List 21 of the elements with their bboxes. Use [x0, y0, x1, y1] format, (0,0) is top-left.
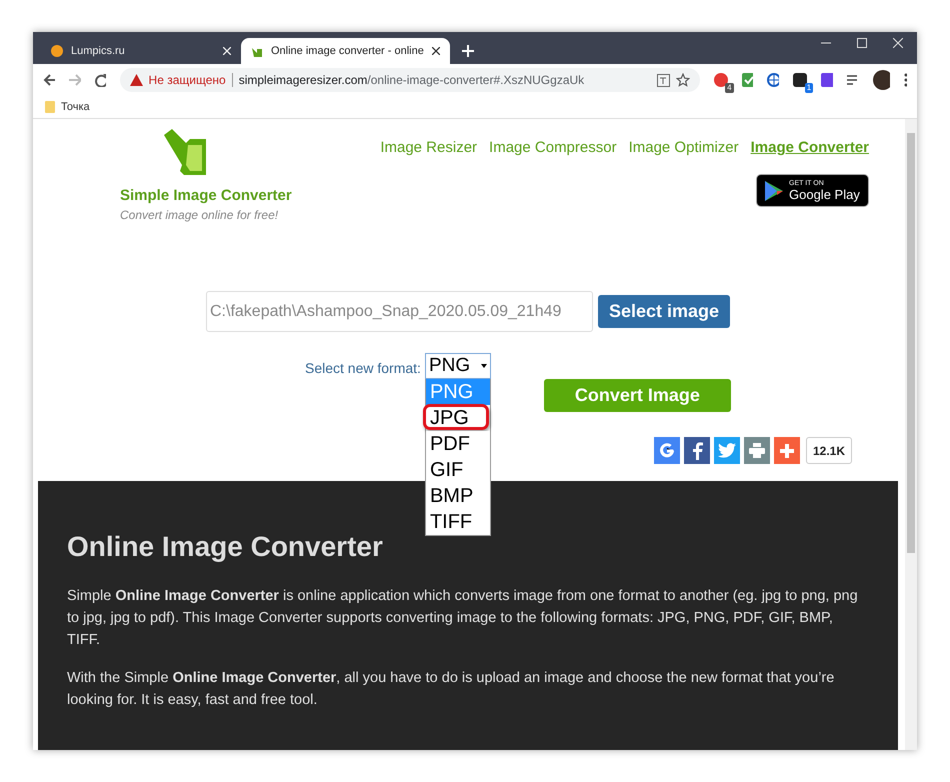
count-badge: 4	[725, 83, 734, 93]
site-tagline: Convert image online for free!	[120, 208, 278, 222]
select-image-button[interactable]: Select image	[598, 295, 730, 328]
bookmark-link[interactable]: Точка	[61, 101, 90, 113]
article-paragraph: Simple Online Image Converter is online application which converts image from one format to another (eg. jpg to png, png to jpg, jpg to pdf). This Image Converter supports converting image to the following formats: JPG, PNG, PDF, GIF, BMP, TIFF.	[67, 587, 859, 650]
format-option[interactable]: JPG	[426, 405, 490, 431]
count-badge: 1	[804, 83, 814, 93]
badge-store-name: Google Play	[789, 188, 860, 201]
url-host: simpleimageresizer.com	[238, 73, 368, 87]
browser-tab[interactable]: Online image converter - online	[241, 38, 450, 64]
url-path: /online-image-converter#.XszNUGgzaUk	[367, 73, 586, 87]
file-path-field[interactable]: C:\fakepath\Ashampoo_Snap_2020.05.09_21h49	[206, 291, 593, 332]
site-title: Simple Image Converter	[120, 187, 292, 204]
security-label: Не защищено	[148, 73, 226, 87]
browser-tab[interactable]: Lumpics.ru	[41, 38, 241, 64]
article-paragraph: With the Simple Online Image Converter, all you have to do is upload an image and choose the new format that you’re looking for. It is easy, fast and free tool.	[67, 669, 836, 710]
format-label: Select new format:	[305, 360, 421, 376]
address-bar[interactable]: Не защищено simpleimageresizer.com/online-image-converter#.XszNUGgzaUk	[120, 68, 700, 92]
share-count: 12.1K	[806, 437, 852, 464]
format-select[interactable]: PNG	[424, 353, 491, 379]
article-heading: Online Image Converter	[67, 531, 384, 563]
